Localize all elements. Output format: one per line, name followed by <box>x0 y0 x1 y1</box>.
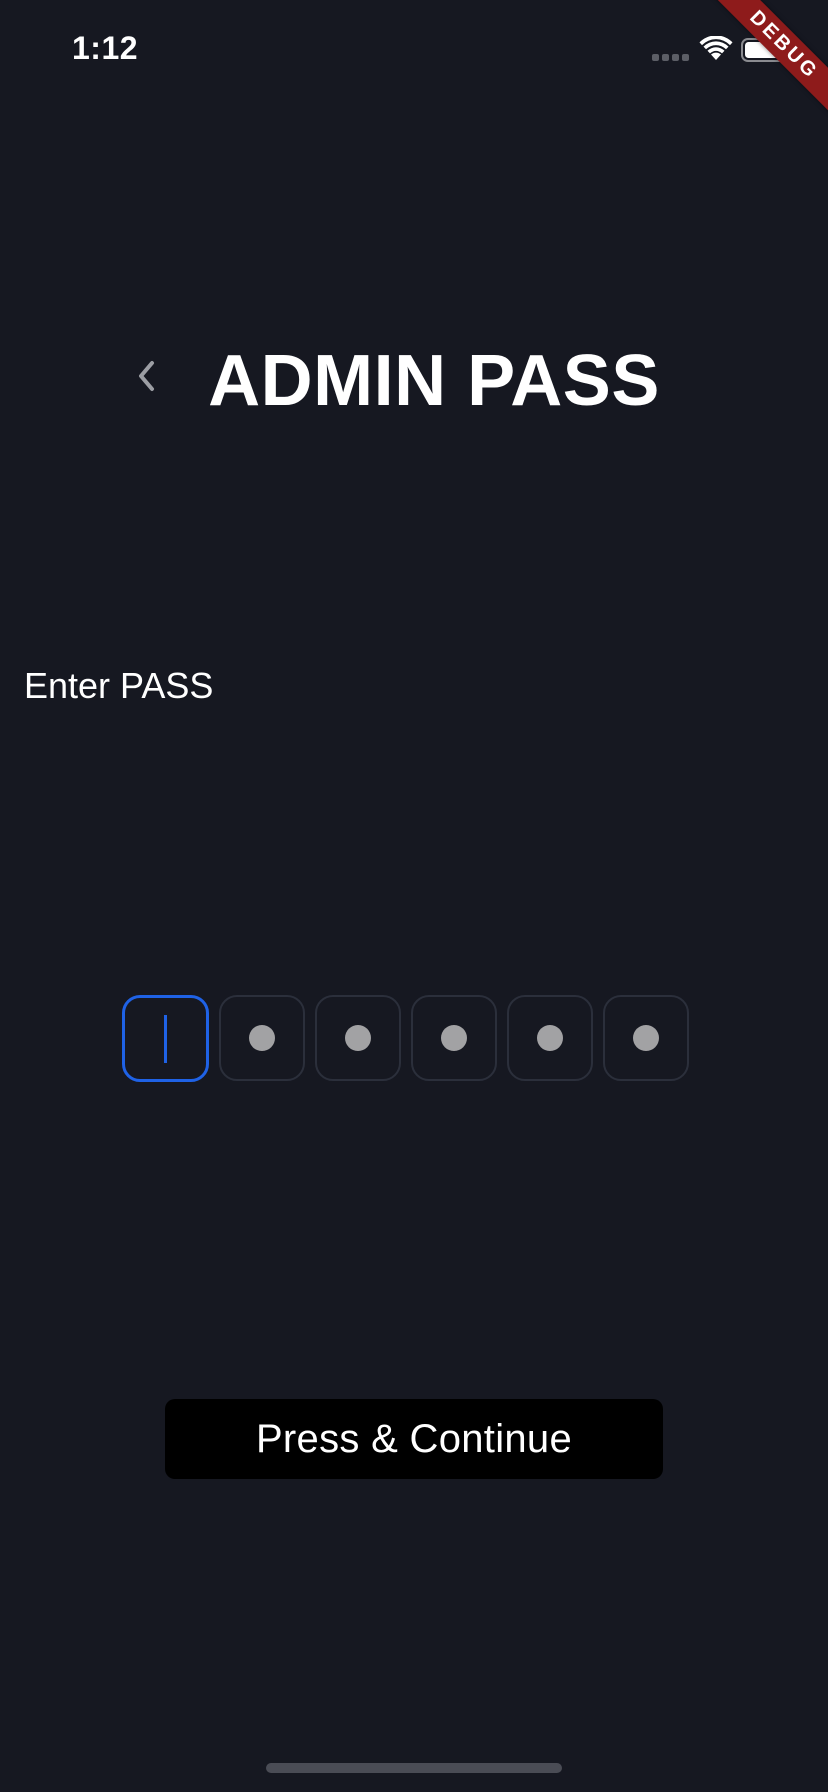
pin-box[interactable] <box>411 995 497 1081</box>
cellular-signal-icon <box>652 54 689 61</box>
pin-box[interactable] <box>122 995 209 1082</box>
pass-label: Enter PASS <box>24 665 214 706</box>
pin-dot <box>633 1025 659 1051</box>
pin-dot <box>441 1025 467 1051</box>
pin-box[interactable] <box>507 995 593 1081</box>
debug-banner: DEBUG <box>698 0 828 130</box>
pin-input[interactable] <box>122 995 689 1082</box>
header: ADMIN PASS <box>0 330 828 430</box>
text-cursor <box>164 1014 167 1063</box>
debug-banner-label: DEBUG <box>702 0 828 127</box>
page-title: ADMIN PASS <box>208 341 660 421</box>
pin-dot <box>249 1025 275 1051</box>
pin-dot <box>537 1025 563 1051</box>
home-indicator <box>266 1763 562 1773</box>
pin-box[interactable] <box>315 995 401 1081</box>
pin-box[interactable] <box>219 995 305 1081</box>
continue-button[interactable]: Press & Continue <box>165 1399 663 1479</box>
pin-box[interactable] <box>603 995 689 1081</box>
pin-dot <box>345 1025 371 1051</box>
status-time: 1:12 <box>72 30 139 66</box>
